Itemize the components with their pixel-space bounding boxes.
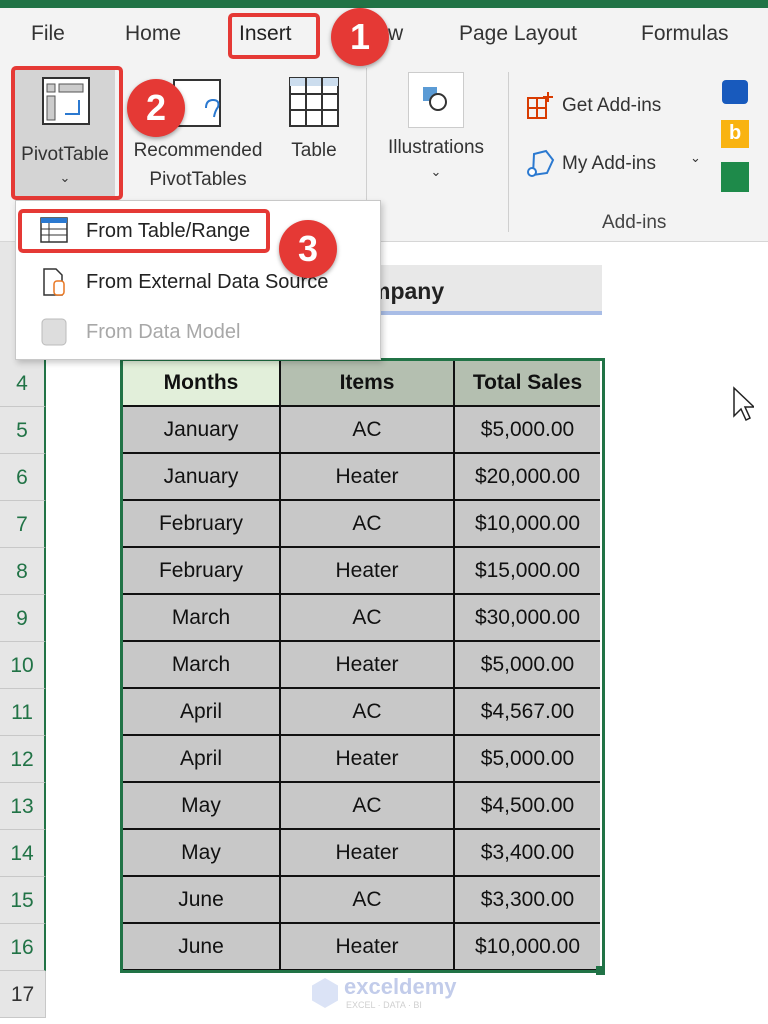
menu-item-from-data-model: From Data Model (86, 321, 241, 343)
column-header-cell[interactable]: Months (123, 360, 281, 407)
table-cell[interactable]: March (123, 642, 281, 689)
table-cell[interactable]: February (123, 548, 281, 595)
tab-page-layout[interactable]: Page Layout (459, 22, 577, 46)
table-cell[interactable]: AC (281, 407, 455, 454)
row-header[interactable]: 16 (0, 924, 46, 971)
table-icon (289, 77, 339, 127)
table-cell[interactable]: April (123, 736, 281, 783)
table-cell[interactable]: $4,500.00 (455, 783, 600, 830)
highlight-pivottable (11, 66, 123, 200)
table-cell[interactable]: $3,400.00 (455, 830, 600, 877)
illustrations-icon[interactable] (408, 72, 464, 128)
column-header-cell[interactable]: Items (281, 360, 455, 407)
illustrations-label[interactable]: Illustrations (376, 137, 496, 159)
table-cell[interactable]: April (123, 689, 281, 736)
table-cell[interactable]: May (123, 830, 281, 877)
tab-review[interactable]: w (388, 22, 403, 46)
row-header[interactable]: 4 (0, 360, 46, 407)
separator (508, 72, 509, 232)
row-header[interactable]: 5 (0, 407, 46, 454)
table-cell[interactable]: January (123, 407, 281, 454)
highlight-insert (228, 13, 320, 59)
row-header[interactable]: 10 (0, 642, 46, 689)
my-addins-button[interactable]: My Add-ins (562, 153, 656, 175)
tab-formulas[interactable]: Formulas (641, 22, 729, 46)
table-cell[interactable]: $5,000.00 (455, 642, 600, 689)
highlight-from-table-range (18, 209, 270, 253)
table-cell[interactable]: AC (281, 689, 455, 736)
get-addins-button[interactable]: Get Add-ins (562, 95, 661, 117)
table-cell[interactable]: $5,000.00 (455, 407, 600, 454)
watermark-tagline: EXCEL · DATA · BI (346, 1000, 422, 1010)
table-cell[interactable]: May (123, 783, 281, 830)
row-header[interactable]: 15 (0, 877, 46, 924)
row-header[interactable]: 9 (0, 595, 46, 642)
title-bar (0, 0, 768, 8)
table-cell[interactable]: $4,567.00 (455, 689, 600, 736)
table-cell[interactable]: June (123, 924, 281, 971)
table-cell[interactable]: Heater (281, 924, 455, 971)
table-cell[interactable]: Heater (281, 736, 455, 783)
row-header[interactable]: 7 (0, 501, 46, 548)
tab-home[interactable]: Home (125, 22, 181, 46)
row-header[interactable]: 14 (0, 830, 46, 877)
table-cell[interactable]: Heater (281, 454, 455, 501)
table-cell[interactable]: $10,000.00 (455, 501, 600, 548)
tab-file[interactable]: File (31, 22, 65, 46)
table-cell[interactable]: $15,000.00 (455, 548, 600, 595)
people-graph-icon[interactable] (721, 162, 749, 192)
row-header[interactable]: 13 (0, 783, 46, 830)
recommended-label-2[interactable]: PivotTables (124, 169, 272, 191)
my-addins-icon (527, 149, 555, 177)
get-addins-icon (527, 92, 553, 119)
step-badge-2: 2 (127, 79, 185, 137)
step-badge-1: 1 (331, 8, 389, 66)
row-header[interactable]: 11 (0, 689, 46, 736)
menu-item-from-external-data-source[interactable]: From External Data Source (86, 271, 328, 294)
row-header[interactable]: 17 (0, 971, 46, 1018)
addins-group-label: Add-ins (602, 212, 667, 233)
table-label[interactable]: Table (284, 140, 344, 162)
table-cell[interactable]: $3,300.00 (455, 877, 600, 924)
row-header[interactable]: 8 (0, 548, 46, 595)
step-badge-3: 3 (279, 220, 337, 278)
table-cell[interactable]: $10,000.00 (455, 924, 600, 971)
table-cell[interactable]: Heater (281, 548, 455, 595)
visio-icon[interactable] (722, 80, 748, 104)
recommended-label[interactable]: Recommended (124, 140, 272, 162)
table-cell[interactable]: February (123, 501, 281, 548)
table-cell[interactable]: June (123, 877, 281, 924)
table-cell[interactable]: $30,000.00 (455, 595, 600, 642)
row-header[interactable]: 12 (0, 736, 46, 783)
table-cell[interactable]: Heater (281, 642, 455, 689)
fill-handle[interactable] (596, 966, 605, 975)
table-cell[interactable]: $5,000.00 (455, 736, 600, 783)
mouse-cursor-icon (733, 386, 754, 422)
chevron-down-icon[interactable]: ⌄ (690, 150, 701, 166)
external-data-source-icon (43, 268, 65, 296)
table-cell[interactable]: Heater (281, 830, 455, 877)
column-header-cell[interactable]: Total Sales (455, 360, 600, 407)
table-cell[interactable]: AC (281, 783, 455, 830)
table-cell[interactable]: March (123, 595, 281, 642)
table-cell[interactable]: AC (281, 501, 455, 548)
bing-icon[interactable]: b (721, 120, 749, 148)
table-cell[interactable]: January (123, 454, 281, 501)
data-model-icon (41, 318, 67, 346)
watermark-name: exceldemy (344, 974, 457, 999)
table-cell[interactable]: AC (281, 595, 455, 642)
table-cell[interactable]: AC (281, 877, 455, 924)
row-header[interactable]: 6 (0, 454, 46, 501)
table-cell[interactable]: $20,000.00 (455, 454, 600, 501)
title-cell[interactable]: mpany (360, 265, 602, 315)
chevron-down-icon: ⌄ (430, 164, 442, 179)
